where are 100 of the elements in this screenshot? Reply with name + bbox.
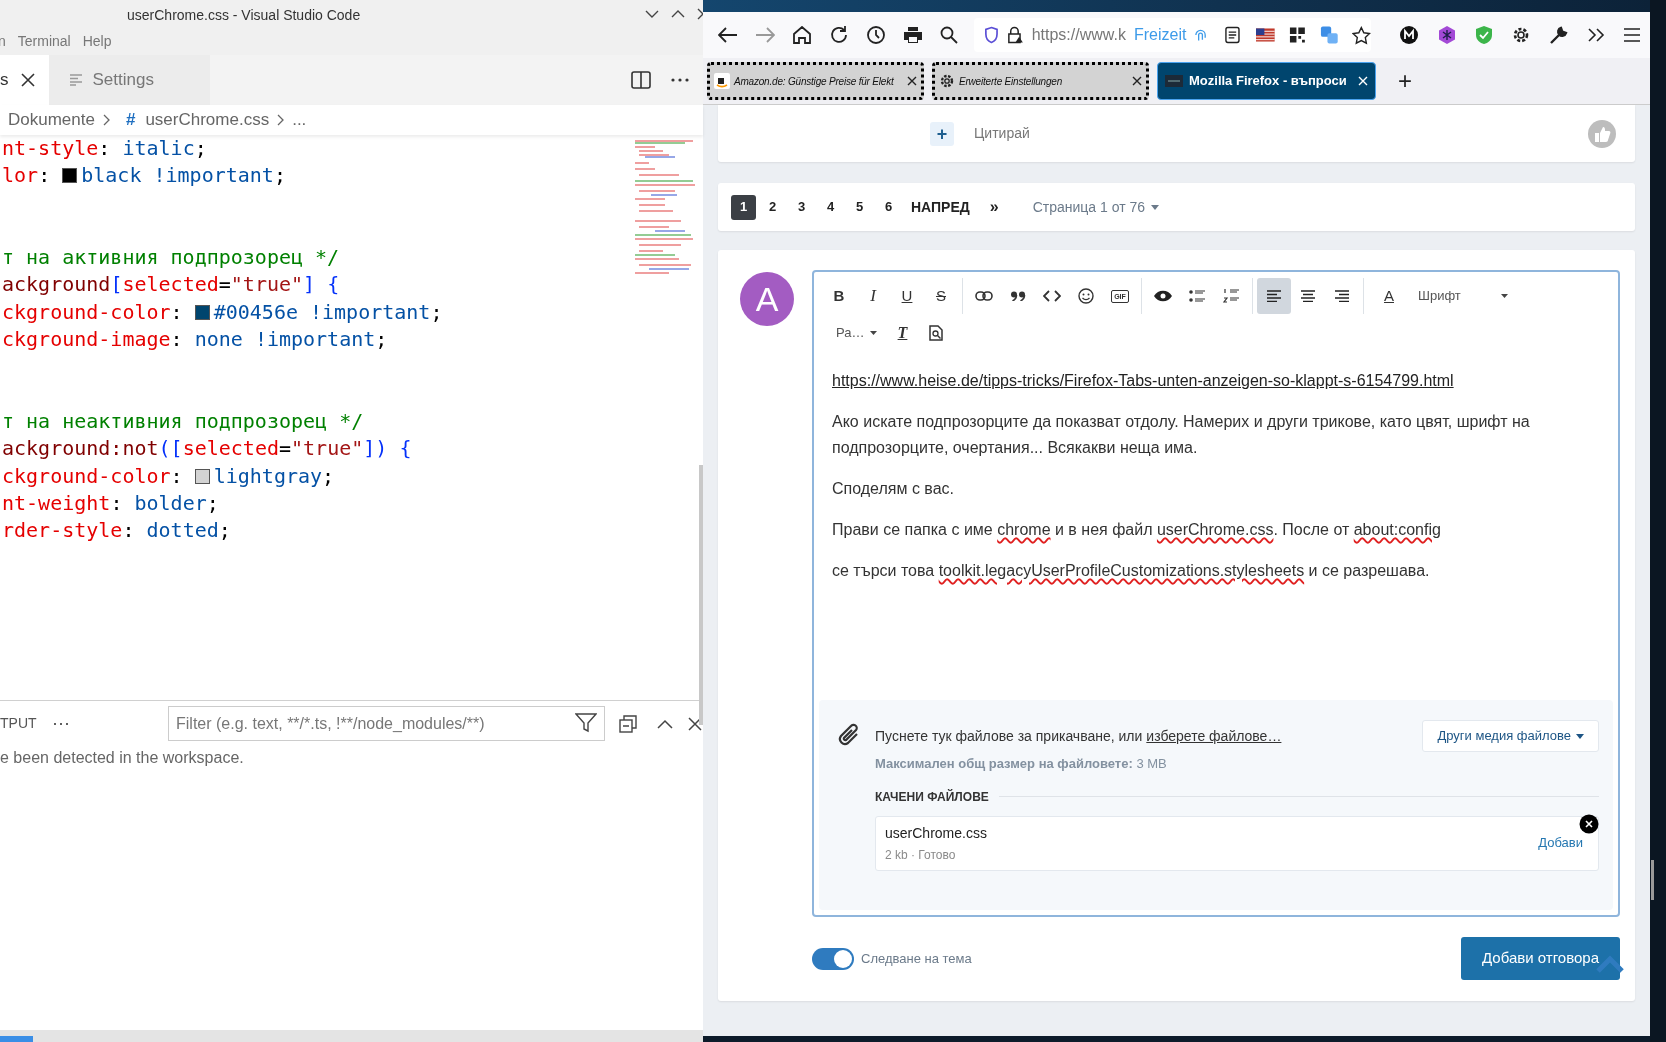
reload-icon[interactable] [829,25,849,45]
forward-icon[interactable] [755,27,775,43]
breadcrumb-item[interactable]: ... [292,107,307,133]
quote-label[interactable]: Цитирай [974,123,1030,144]
paragraph: Споделям с вас. [832,479,956,499]
qr-code-icon[interactable] [1288,26,1306,44]
settings-list-icon [68,74,83,86]
overflow-icon[interactable] [1587,27,1605,43]
code-line: nt-weight: bolder; [2,489,219,517]
underline-button[interactable]: U [890,278,924,314]
text-color-button[interactable]: A [1368,278,1410,314]
search-icon[interactable] [940,26,958,44]
reader-icon[interactable] [1225,26,1241,44]
next-page-link[interactable]: НАПРЕД [911,196,970,218]
remove-icon[interactable] [1579,813,1599,834]
code-line: black !important; [81,162,286,190]
clear-format-button[interactable]: T [885,315,920,351]
shield-check-icon[interactable] [1475,25,1493,45]
page-link[interactable]: 4 [818,194,843,220]
menu-item[interactable]: Help [82,31,112,52]
minimize-icon[interactable] [645,9,659,19]
filter-icon[interactable] [575,713,597,733]
close-icon[interactable] [688,716,702,731]
history-icon[interactable] [866,25,886,45]
shield-icon[interactable] [984,26,999,44]
italic-button[interactable]: I [856,278,890,314]
extension-icon[interactable] [1399,25,1419,45]
browser-tab[interactable]: Mozilla Firefox - въпроси [1157,62,1376,100]
file-name: userChrome.css [885,823,987,843]
lock-warning-icon[interactable] [1006,26,1024,44]
close-icon[interactable] [907,76,917,86]
breadcrumb-item[interactable]: Dokumente [8,107,95,133]
submit-reply-button[interactable]: Добави отговора [1461,937,1620,980]
code-line: т на неактивния подпрозорец */ [2,407,364,435]
insert-link[interactable]: Добави [1538,833,1583,853]
back-icon[interactable] [718,27,738,43]
font-dropdown[interactable]: Шрифт [1410,278,1516,314]
numbered-list-icon [1223,288,1239,304]
cart-smile-icon [714,73,730,89]
more-icon[interactable] [671,78,689,82]
settings-icon[interactable] [1511,25,1531,45]
split-editor-icon[interactable] [631,71,651,89]
wrench-icon[interactable] [1549,25,1569,45]
strikethrough-button[interactable]: S [924,278,958,314]
menu-item[interactable]: Terminal [17,31,71,52]
bold-button[interactable]: B [822,278,856,314]
scrollbar-thumb[interactable] [1651,860,1654,900]
star-icon[interactable] [1352,25,1371,45]
flag-icon[interactable] [1256,28,1275,42]
code-line: ackground:not([selected="true"]) { [2,435,412,463]
fingerprint-icon[interactable] [1194,27,1208,43]
align-left-button[interactable] [1257,278,1291,314]
filter-field[interactable]: Filter (e.g. text, **/*.ts, !**/node_modules/**) [168,706,605,741]
avatar: A [740,272,794,326]
uploaded-files-heading: КАЧЕНИ ФАЙЛОВЕ [875,788,989,806]
editor-tab[interactable]: s [0,55,49,105]
close-icon[interactable] [20,73,35,87]
chevron-up-icon[interactable] [657,718,673,729]
print-icon[interactable] [903,26,923,44]
bullet-list-icon [1189,289,1205,303]
collapse-all-icon[interactable] [619,714,637,733]
output-tab[interactable]: TPUT [0,713,40,734]
page-link[interactable]: 6 [876,194,901,220]
document-search-icon [929,325,944,341]
code-line: lor: [2,162,52,190]
breadcrumb-item[interactable]: userChrome.css [145,107,270,133]
quote-button[interactable]: + [930,121,954,146]
link[interactable]: https://www.heise.de/tipps-tricks/Firefox-Tabs-unten-anzeigen-so-klappt-s-6154799.html [832,368,1454,394]
last-page-link[interactable]: » [989,195,999,219]
code-line: ckground-color: [2,462,184,490]
editor-tab[interactable]: Settings [48,55,210,105]
settings-icon [939,73,955,89]
maximize-icon[interactable] [671,9,685,19]
page-jump-dropdown[interactable]: Страница 1 от 76 [1032,196,1160,218]
css-file-icon: # [125,107,136,133]
watch-thread-label[interactable]: Следване на тема [861,948,972,969]
translate-icon[interactable] [1319,25,1339,45]
font-dropdown[interactable]: Ра… [828,315,886,351]
page-link[interactable]: 3 [789,194,814,220]
new-tab-button[interactable]: + [1398,69,1412,93]
other-media-button[interactable]: Други медия файлове [1422,720,1599,752]
code-icon [1043,290,1061,302]
toggle-switch[interactable] [812,947,854,970]
page-link[interactable]: 2 [760,194,785,220]
home-icon[interactable] [792,26,812,44]
code-line: ackground[selected="true"] { [2,271,340,299]
file-status: 2 kb · Готово [885,846,957,864]
page-link[interactable]: 5 [847,194,872,220]
menu-icon[interactable] [1623,28,1641,42]
choose-files-link[interactable]: изберете файлове… [1146,725,1282,747]
paperclip-icon [837,722,861,748]
close-icon[interactable] [1132,76,1142,86]
page-link[interactable]: 1 [731,194,756,220]
window-title: userChrome.css - Visual Studio Code [127,6,361,25]
url-bar[interactable]: https://www.k Freizeit [974,18,1371,52]
browser-tab[interactable]: Erweiterte Einstellungen [932,62,1149,100]
snowflake-icon[interactable] [1437,25,1457,45]
browser-tab[interactable]: Amazon.de: Günstige Preise für Elekt [707,62,924,100]
max-size-note: Максимален общ размер на файловете: 3 MB [875,755,1168,773]
more-button[interactable]: ··· [52,710,92,737]
